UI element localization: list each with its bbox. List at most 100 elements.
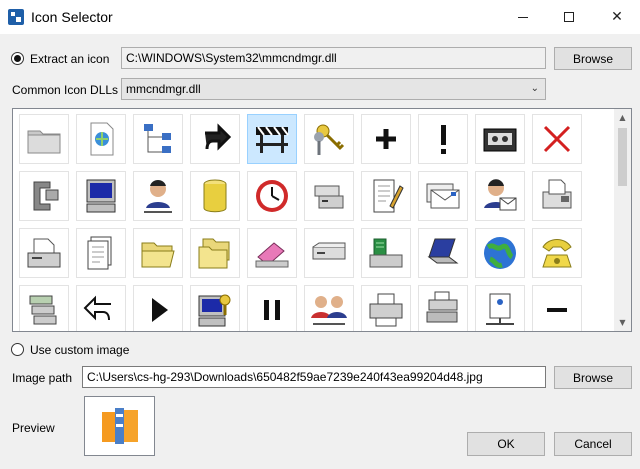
redo-arrow-icon — [205, 123, 232, 151]
icon-cell[interactable] — [133, 171, 183, 221]
maximize-button[interactable] — [546, 0, 592, 34]
icon-cell[interactable] — [76, 171, 126, 221]
icon-cell[interactable] — [532, 114, 582, 164]
laptop-icon — [427, 238, 459, 264]
image-path-field[interactable]: C:\Users\cs-hg-293\Downloads\650482f59ae… — [82, 366, 546, 388]
common-dlls-select[interactable]: mmcndmgr.dll ⌄ — [121, 78, 546, 100]
icon-cell[interactable] — [304, 114, 354, 164]
icon-cell[interactable] — [247, 285, 297, 331]
app-icon — [8, 9, 24, 25]
icon-cell[interactable] — [361, 285, 411, 331]
icon-cell[interactable] — [418, 285, 468, 331]
printer-icon — [369, 293, 403, 327]
html-document-icon — [90, 122, 114, 156]
icon-cell[interactable] — [19, 171, 69, 221]
preview-image — [101, 408, 138, 444]
icon-cell[interactable] — [19, 285, 69, 331]
icon-cell[interactable] — [19, 228, 69, 278]
scroll-thumb[interactable] — [618, 128, 627, 186]
icon-cell[interactable] — [418, 228, 468, 278]
plus-icon — [376, 129, 396, 149]
icon-cell[interactable] — [532, 228, 582, 278]
icon-cell[interactable] — [190, 171, 240, 221]
icon-cell[interactable] — [532, 285, 582, 331]
icon-cell[interactable] — [133, 285, 183, 331]
document-pages-icon — [87, 236, 112, 270]
computer-icon — [86, 179, 116, 213]
window-title: Icon Selector — [31, 9, 113, 25]
icon-cell[interactable] — [304, 228, 354, 278]
icon-cell[interactable] — [475, 285, 525, 331]
icon-cell[interactable] — [76, 114, 126, 164]
icon-cell[interactable] — [475, 228, 525, 278]
icon-cell[interactable] — [247, 171, 297, 221]
fax-machine-icon — [27, 238, 61, 268]
maximize-icon — [564, 12, 574, 22]
folder-icon — [27, 130, 61, 154]
scroll-down-icon[interactable]: ▼ — [614, 314, 631, 331]
icon-cell[interactable] — [133, 114, 183, 164]
open-folder-icon — [141, 242, 175, 268]
users-group-icon — [311, 296, 347, 325]
common-dlls-value: mmcndmgr.dll — [126, 82, 201, 96]
server-stack-icon — [29, 295, 57, 325]
icon-cell[interactable] — [361, 228, 411, 278]
close-icon: ✕ — [611, 9, 623, 25]
icon-cell[interactable] — [532, 171, 582, 221]
image-path-label: Image path — [12, 371, 73, 385]
icon-cell[interactable] — [190, 228, 240, 278]
undo-arrow-icon — [83, 295, 111, 321]
icon-cell[interactable] — [247, 114, 297, 164]
dll-path-field[interactable]: C:\WINDOWS\System32\mmcndmgr.dll — [121, 47, 546, 69]
fax-icon — [542, 179, 572, 209]
extract-icon-radio[interactable] — [11, 52, 24, 65]
eraser-icon — [255, 242, 289, 268]
ok-button[interactable]: OK — [467, 432, 545, 456]
icon-cell[interactable] — [418, 171, 468, 221]
server-icon — [314, 185, 344, 209]
icon-cell[interactable] — [304, 285, 354, 331]
icon-cell[interactable] — [76, 228, 126, 278]
icon-cell[interactable] — [133, 228, 183, 278]
custom-image-radio[interactable] — [11, 343, 24, 356]
clock-icon — [256, 180, 288, 212]
image-browse-button[interactable]: Browse — [554, 366, 632, 389]
exclamation-icon — [441, 125, 446, 154]
users-mail-icon — [484, 179, 517, 211]
document-edit-icon — [373, 179, 404, 213]
icon-grid-panel: ▲ ▼ — [12, 108, 632, 332]
vertical-scrollbar[interactable]: ▲ ▼ — [614, 109, 631, 331]
globe-icon — [484, 237, 516, 269]
drive-icon — [312, 242, 346, 260]
user-network-icon — [144, 180, 172, 213]
red-x-icon — [543, 125, 571, 153]
tape-drive-icon — [483, 128, 517, 152]
icon-cell[interactable] — [19, 114, 69, 164]
play-arrow-icon — [152, 298, 168, 322]
common-dlls-label: Common Icon DLLs — [12, 83, 119, 97]
pause-icon — [264, 300, 280, 320]
icon-cell[interactable] — [475, 171, 525, 221]
custom-image-label: Use custom image — [30, 343, 130, 357]
icon-cell[interactable] — [304, 171, 354, 221]
close-button[interactable]: ✕ — [594, 0, 640, 34]
icon-cell[interactable] — [190, 285, 240, 331]
printer-stack-icon — [426, 291, 458, 323]
icon-cell[interactable] — [475, 114, 525, 164]
secure-computer-icon — [198, 294, 231, 327]
folders-icon — [198, 238, 230, 269]
icon-cell[interactable] — [190, 114, 240, 164]
scroll-up-icon[interactable]: ▲ — [614, 109, 631, 126]
icon-cell[interactable] — [361, 114, 411, 164]
icon-cell[interactable] — [247, 228, 297, 278]
icon-cell[interactable] — [361, 171, 411, 221]
icon-cell[interactable] — [76, 285, 126, 331]
telephone-icon — [542, 239, 572, 268]
network-tree-icon — [144, 124, 171, 153]
minimize-icon — [518, 16, 528, 18]
envelopes-icon — [426, 183, 460, 209]
minimize-button[interactable] — [500, 0, 546, 34]
cancel-button[interactable]: Cancel — [554, 432, 632, 456]
dll-browse-button[interactable]: Browse — [554, 47, 632, 70]
icon-cell[interactable] — [418, 114, 468, 164]
